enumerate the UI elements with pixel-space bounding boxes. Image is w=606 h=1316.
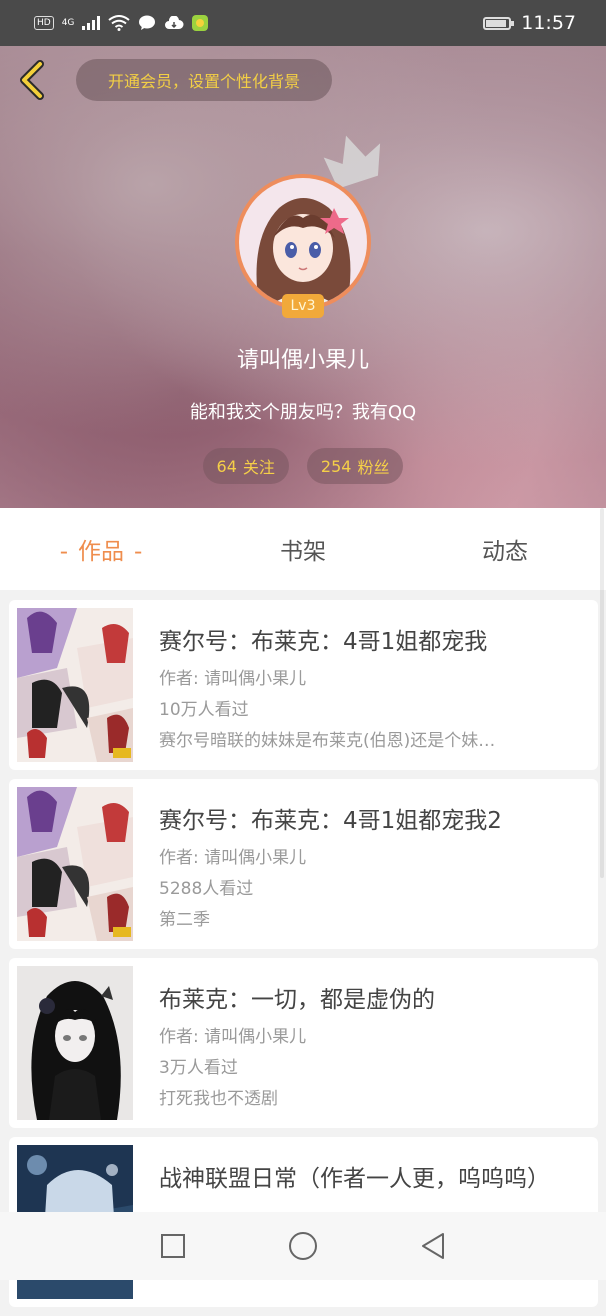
work-title: 赛尔号：布莱克：4哥1姐都宠我2: [159, 808, 502, 834]
status-bar: HD 4G 11:57: [0, 0, 606, 46]
work-cover: [17, 608, 133, 762]
app-notification-icon: [192, 15, 209, 31]
works-list: 赛尔号：布莱克：4哥1姐都宠我 作者: 请叫偶小果儿 10万人看过 赛尔号暗联的…: [9, 600, 598, 1316]
user-bio: 能和我交个朋友吗？我有QQ: [189, 402, 417, 423]
level-badge: Lv3: [282, 294, 324, 318]
tab-works-label: 作品: [78, 539, 124, 565]
wifi-icon: [108, 15, 131, 31]
chat-icon: [139, 15, 156, 30]
home-button[interactable]: [287, 1230, 319, 1262]
profile-tabs: - 作品 - 书架 动态: [0, 508, 606, 590]
vip-banner-text: 开通会员，设置个性化背景: [107, 72, 300, 91]
profile-header: 开通会员，设置个性化背景 Lv3 请叫偶小果儿 能和我交个朋友吗？我有QQ 64…: [0, 46, 606, 508]
fans-button[interactable]: 254 粉丝: [306, 448, 404, 484]
profile-stats: 64 关注 254 粉丝: [0, 448, 606, 484]
tab-works-dash-left: -: [59, 539, 68, 565]
circle-icon: [289, 1232, 317, 1260]
user-nickname: 请叫偶小果儿: [236, 348, 369, 373]
work-author: 作者: 请叫偶小果儿: [159, 848, 307, 868]
work-views: 3万人看过: [159, 1058, 238, 1078]
work-title: 赛尔号：布莱克：4哥1姐都宠我: [159, 629, 488, 655]
work-author: 作者: 请叫偶小果儿: [159, 669, 307, 689]
tab-bookshelf-label: 书架: [280, 539, 326, 565]
signal-icon: [82, 16, 101, 30]
list-item[interactable]: 赛尔号：布莱克：4哥1姐都宠我2 作者: 请叫偶小果儿 5288人看过 第二季: [9, 779, 598, 949]
work-description: 打死我也不透剧: [159, 1089, 278, 1109]
work-title: 战神联盟日常（作者一人更，呜呜呜）: [159, 1166, 550, 1192]
avatar-image: [239, 178, 367, 306]
avatar[interactable]: [235, 174, 371, 310]
following-count: 64: [216, 456, 237, 476]
hd-indicator: HD: [34, 16, 54, 30]
list-item[interactable]: 布莱克：一切，都是虚伪的 作者: 请叫偶小果儿 3万人看过 打死我也不透剧: [9, 958, 598, 1128]
system-navigation-bar: [0, 1212, 606, 1280]
work-author: 作者: 请叫偶小果儿: [159, 1027, 307, 1047]
tab-works[interactable]: - 作品 -: [0, 532, 202, 566]
following-label: 关注: [242, 458, 275, 477]
vip-background-banner[interactable]: 开通会员，设置个性化背景: [76, 59, 332, 101]
clock: 11:57: [521, 12, 576, 34]
fans-count: 254: [320, 456, 352, 476]
work-cover: [17, 787, 133, 941]
tab-activity-label: 动态: [482, 539, 528, 565]
tab-works-dash-right: -: [134, 539, 143, 565]
work-cover: [17, 966, 133, 1120]
tab-bookshelf[interactable]: 书架: [202, 532, 404, 566]
work-description: 第二季: [159, 910, 210, 930]
back-nav-button[interactable]: [417, 1230, 449, 1262]
work-views: 10万人看过: [159, 700, 249, 720]
back-button[interactable]: [16, 60, 50, 100]
triangle-back-icon: [422, 1233, 444, 1259]
network-type: 4G: [61, 18, 75, 28]
following-button[interactable]: 64 关注: [202, 448, 289, 484]
battery-icon: [483, 16, 515, 30]
back-arrow-icon: [20, 60, 44, 100]
recent-apps-button[interactable]: [157, 1230, 189, 1262]
fans-label: 粉丝: [357, 458, 390, 477]
work-views: 5288人看过: [159, 879, 254, 899]
square-icon: [161, 1234, 185, 1258]
list-item[interactable]: 赛尔号：布莱克：4哥1姐都宠我 作者: 请叫偶小果儿 10万人看过 赛尔号暗联的…: [9, 600, 598, 770]
scrollbar[interactable]: [600, 508, 604, 878]
work-description: 赛尔号暗联的妹妹是布莱克(伯恩)还是个妹…: [159, 731, 496, 751]
work-title: 布莱克：一切，都是虚伪的: [159, 987, 435, 1013]
cloud-icon: [165, 16, 184, 29]
tab-activity[interactable]: 动态: [404, 532, 606, 566]
